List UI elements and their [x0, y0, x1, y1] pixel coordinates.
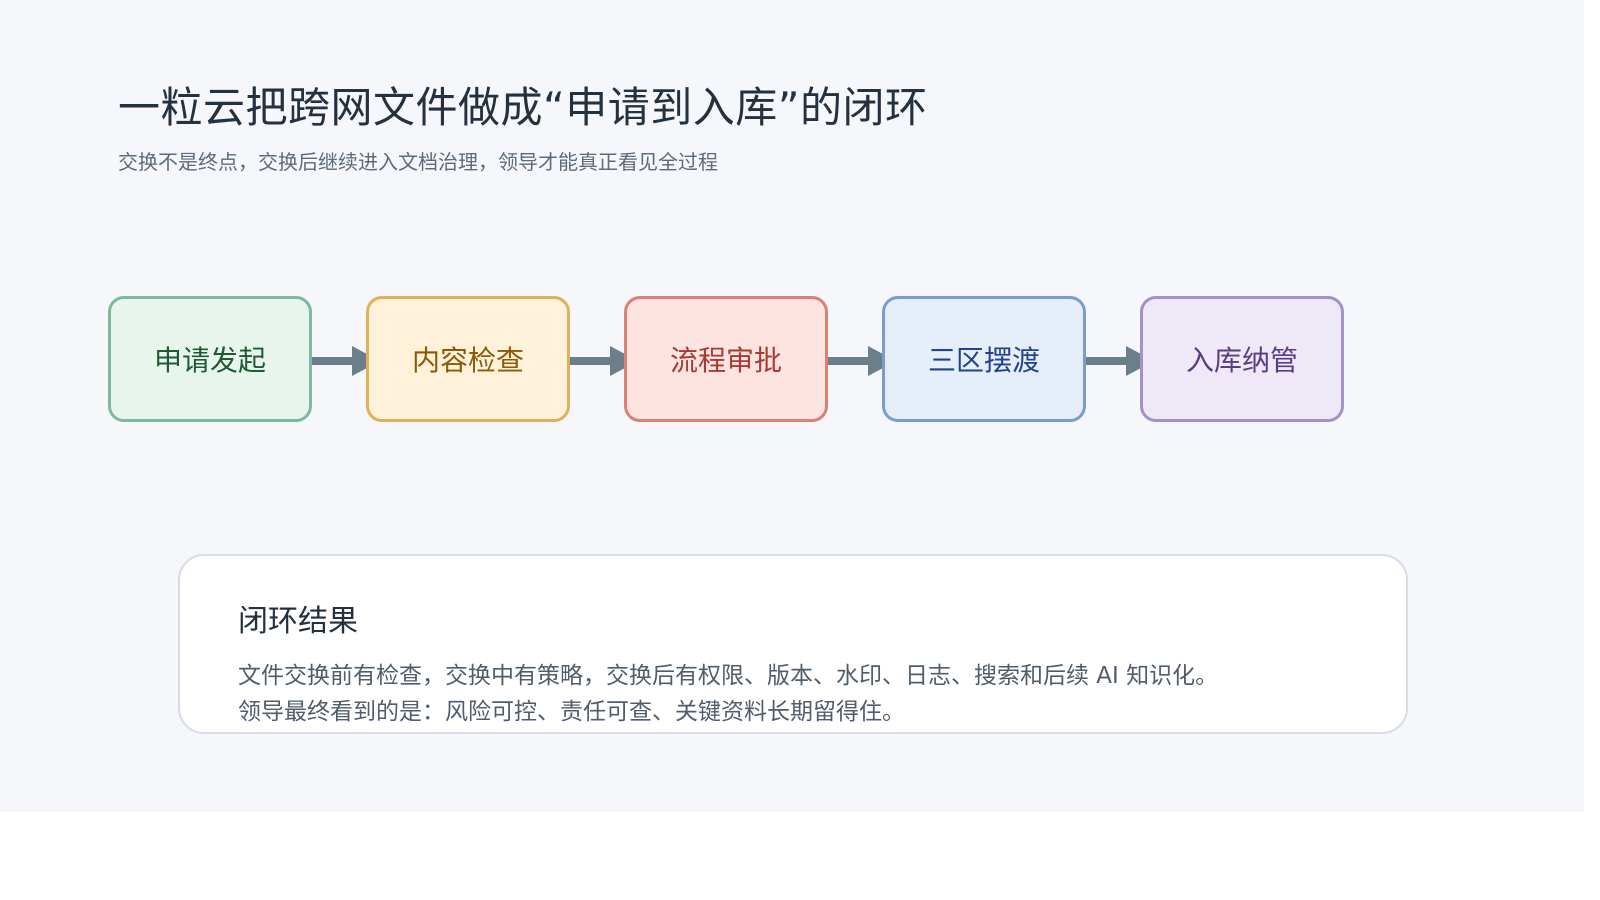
step-apply: 申请发起 [108, 296, 312, 422]
result-line-1: 文件交换前有检查，交换中有策略，交换后有权限、版本、水印、日志、搜索和后续 AI… [238, 663, 1219, 689]
step-label: 入库纳管 [1185, 344, 1298, 377]
step-label: 三区摆渡 [927, 344, 1040, 377]
result-title: 闭环结果 [238, 604, 358, 639]
result-line-2: 领导最终看到的是：风险可控、责任可查、关键资料长期留得住。 [238, 699, 905, 725]
step-content-check: 内容检查 [366, 296, 570, 422]
step-label: 内容检查 [411, 344, 524, 377]
step-approval: 流程审批 [624, 296, 828, 422]
step-ferry: 三区摆渡 [882, 296, 1086, 422]
step-archive: 入库纳管 [1140, 296, 1344, 422]
result-card: 闭环结果 文件交换前有检查，交换中有策略，交换后有权限、版本、水印、日志、搜索和… [178, 554, 1408, 734]
slide: 一粒云把跨网文件做成“申请到入库”的闭环 交换不是终点，交换后继续进入文档治理，… [0, 0, 1584, 812]
step-label: 流程审批 [669, 344, 782, 377]
step-label: 申请发起 [153, 344, 266, 377]
